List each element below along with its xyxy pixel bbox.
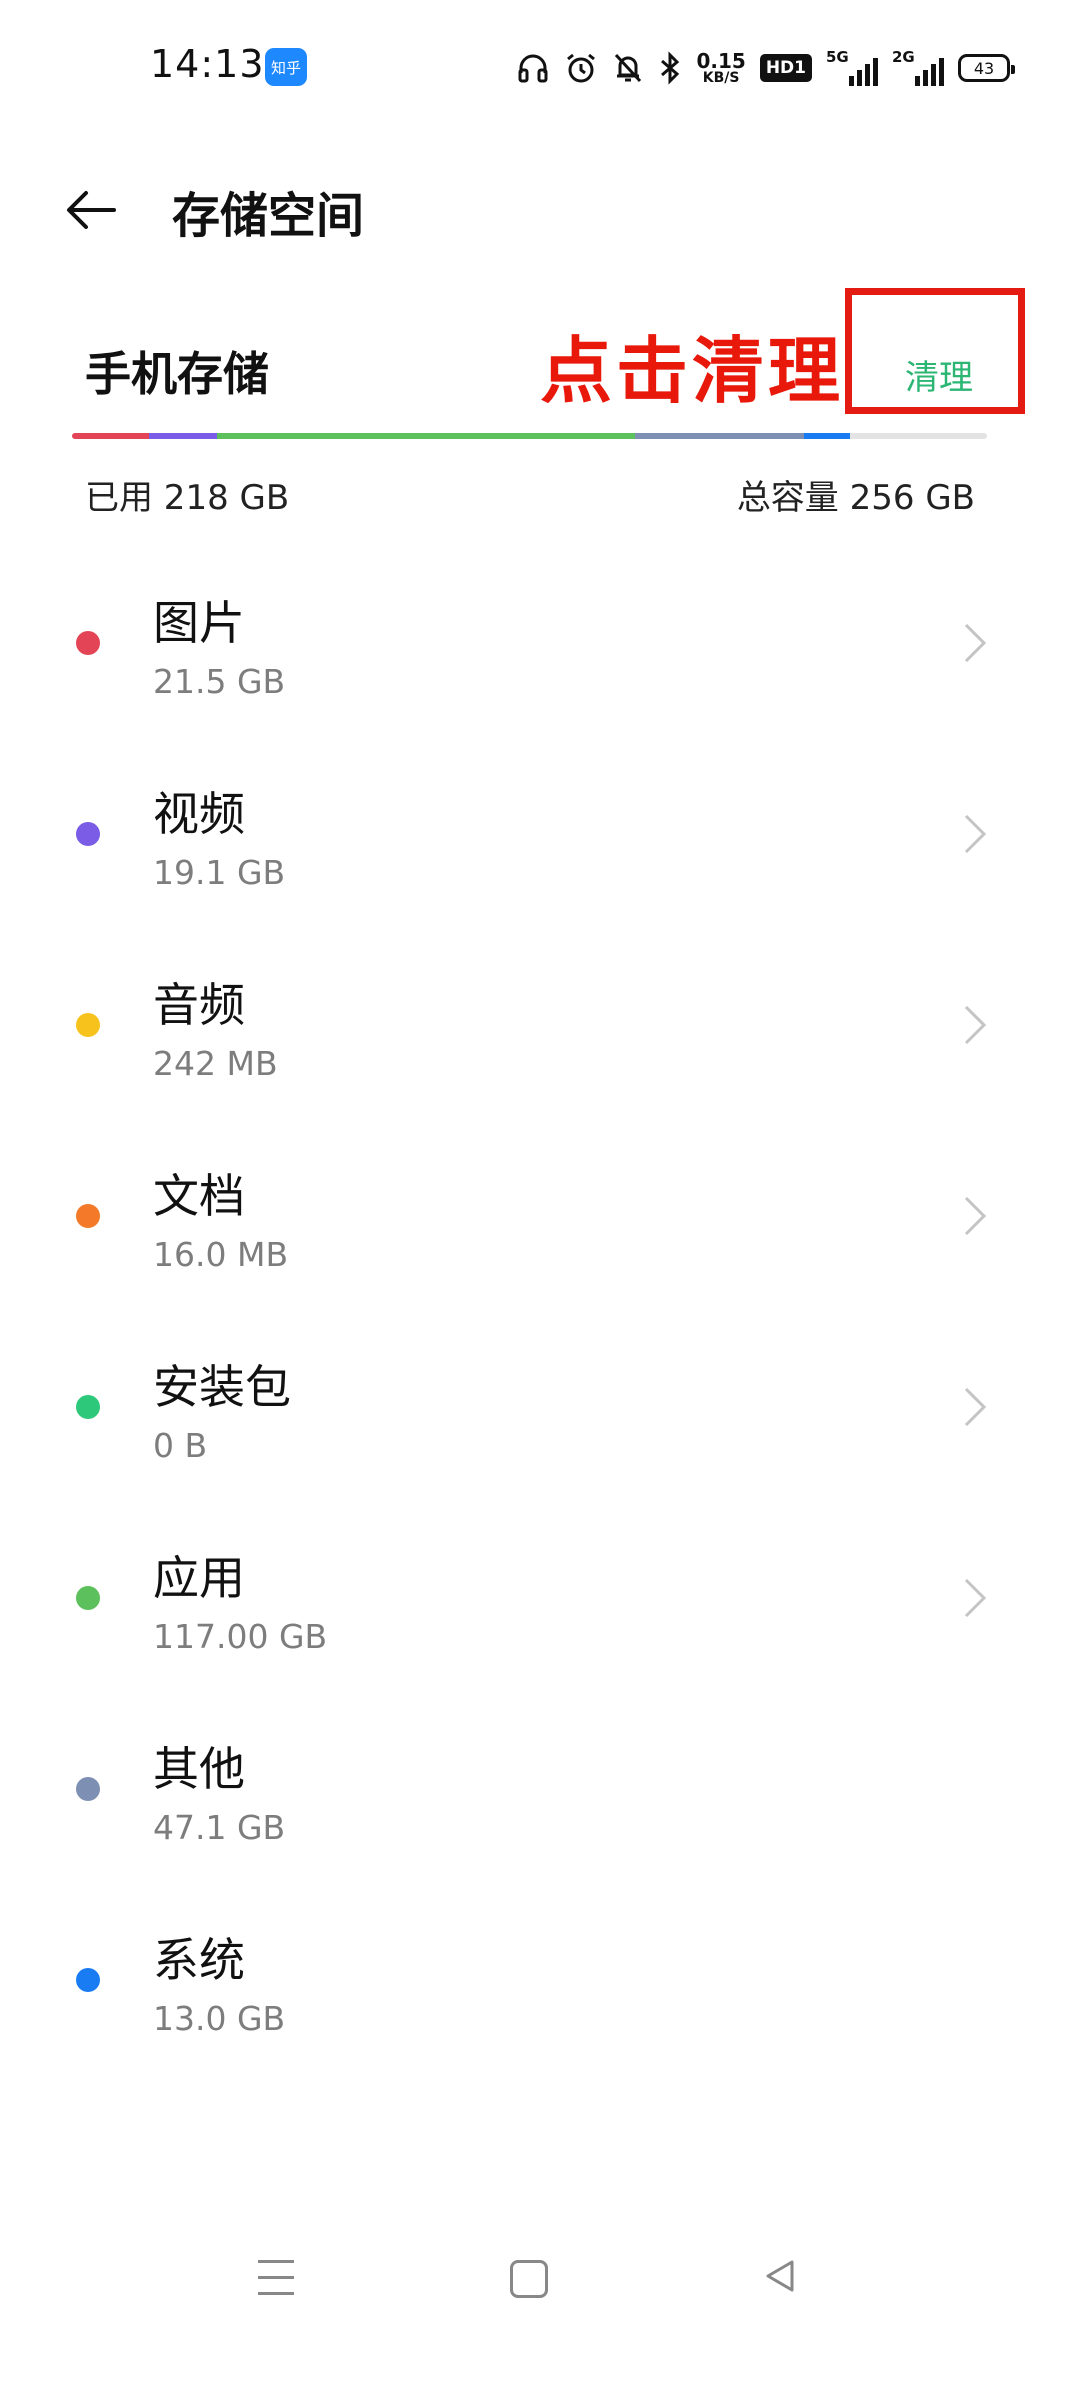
usage-segment xyxy=(217,433,636,439)
storage-usage-bar xyxy=(72,433,987,439)
clean-button[interactable]: 清理 xyxy=(905,350,973,399)
home-square-icon[interactable] xyxy=(510,2260,548,2298)
category-size: 21.5 GB xyxy=(153,662,286,701)
total-storage-label: 总容量 256 GB xyxy=(736,478,975,518)
category-row[interactable]: 文档 16.0 MB xyxy=(0,1128,1080,1319)
section-title: 手机存储 xyxy=(85,347,269,401)
zhihu-badge-text: 知乎 xyxy=(270,58,301,77)
usage-segment xyxy=(635,433,804,439)
used-storage-label: 已用 218 GB xyxy=(85,478,290,518)
battery-level: 43 xyxy=(973,58,995,78)
chevron-right-icon xyxy=(964,623,987,663)
sim1-signal-icon: 5G xyxy=(826,48,878,88)
category-row: 其他 47.1 GB xyxy=(0,1701,1080,1892)
category-name: 图片 xyxy=(153,596,245,650)
color-dot xyxy=(76,1013,100,1037)
category-name: 视频 xyxy=(153,787,245,841)
zhihu-app-icon: 知乎 xyxy=(265,48,307,86)
sim1-net-label: 5G xyxy=(826,48,849,66)
category-name: 其他 xyxy=(153,1742,245,1796)
category-size: 47.1 GB xyxy=(153,1808,286,1847)
category-row[interactable]: 图片 21.5 GB xyxy=(0,555,1080,746)
color-dot xyxy=(76,1777,100,1801)
chevron-right-icon xyxy=(964,1005,987,1045)
system-nav-bar xyxy=(0,2240,1080,2340)
page-title: 存储空间 xyxy=(172,188,365,244)
recents-menu-icon[interactable] xyxy=(258,2260,294,2298)
usage-segment xyxy=(148,433,218,439)
category-size: 16.0 MB xyxy=(153,1235,289,1274)
color-dot xyxy=(76,1204,100,1228)
arrow-left-icon xyxy=(67,191,116,229)
back-triangle-icon[interactable] xyxy=(760,2256,800,2300)
speed-value: 0.15 xyxy=(696,49,746,73)
battery-icon: 43 xyxy=(958,54,1015,82)
usage-segment xyxy=(803,433,851,439)
annotation-text: 点击清理 xyxy=(540,329,845,413)
usage-segment xyxy=(72,433,149,439)
category-size: 0 B xyxy=(153,1426,208,1465)
category-row[interactable]: 安装包 0 B xyxy=(0,1319,1080,1510)
status-icons: 0.15 KB/S HD1 5G 2G 43 xyxy=(516,45,1015,91)
category-size: 117.00 GB xyxy=(153,1617,328,1656)
category-size: 19.1 GB xyxy=(153,853,286,892)
mute-bell-icon xyxy=(612,51,644,85)
category-size: 242 MB xyxy=(153,1044,278,1083)
alarm-icon xyxy=(564,51,598,85)
color-dot xyxy=(76,822,100,846)
category-name: 文档 xyxy=(153,1169,245,1223)
status-bar: 14:13 知乎 0.15 KB/S HD1 5G 2G 43 xyxy=(0,0,1080,135)
category-row[interactable]: 应用 117.00 GB xyxy=(0,1510,1080,1701)
sim2-net-label: 2G xyxy=(892,48,915,66)
category-name: 安装包 xyxy=(153,1360,291,1414)
chevron-right-icon xyxy=(964,814,987,854)
sim2-signal-icon: 2G xyxy=(892,48,944,88)
chevron-right-icon xyxy=(964,1387,987,1427)
chevron-right-icon xyxy=(964,1196,987,1236)
category-row[interactable]: 音频 242 MB xyxy=(0,937,1080,1128)
back-button[interactable] xyxy=(62,180,122,240)
headphones-icon xyxy=(516,51,550,85)
color-dot xyxy=(76,1586,100,1610)
category-name: 音频 xyxy=(153,978,245,1032)
bluetooth-icon xyxy=(658,51,682,85)
category-name: 系统 xyxy=(153,1933,245,1987)
color-dot xyxy=(76,631,100,655)
color-dot xyxy=(76,1395,100,1419)
speed-unit: KB/S xyxy=(702,70,740,86)
hd-badge: HD1 xyxy=(759,54,812,82)
color-dot xyxy=(76,1968,100,1992)
network-speed: 0.15 KB/S xyxy=(696,51,745,85)
chevron-right-icon xyxy=(964,1578,987,1618)
category-row[interactable]: 视频 19.1 GB xyxy=(0,746,1080,937)
status-time: 14:13 xyxy=(150,42,265,86)
category-size: 13.0 GB xyxy=(153,1999,286,2038)
category-row: 系统 13.0 GB xyxy=(0,1892,1080,2083)
category-list: 图片 21.5 GB 视频 19.1 GB 音频 242 MB 文档 16.0 MB 安… xyxy=(0,555,1080,2083)
category-name: 应用 xyxy=(153,1551,245,1605)
